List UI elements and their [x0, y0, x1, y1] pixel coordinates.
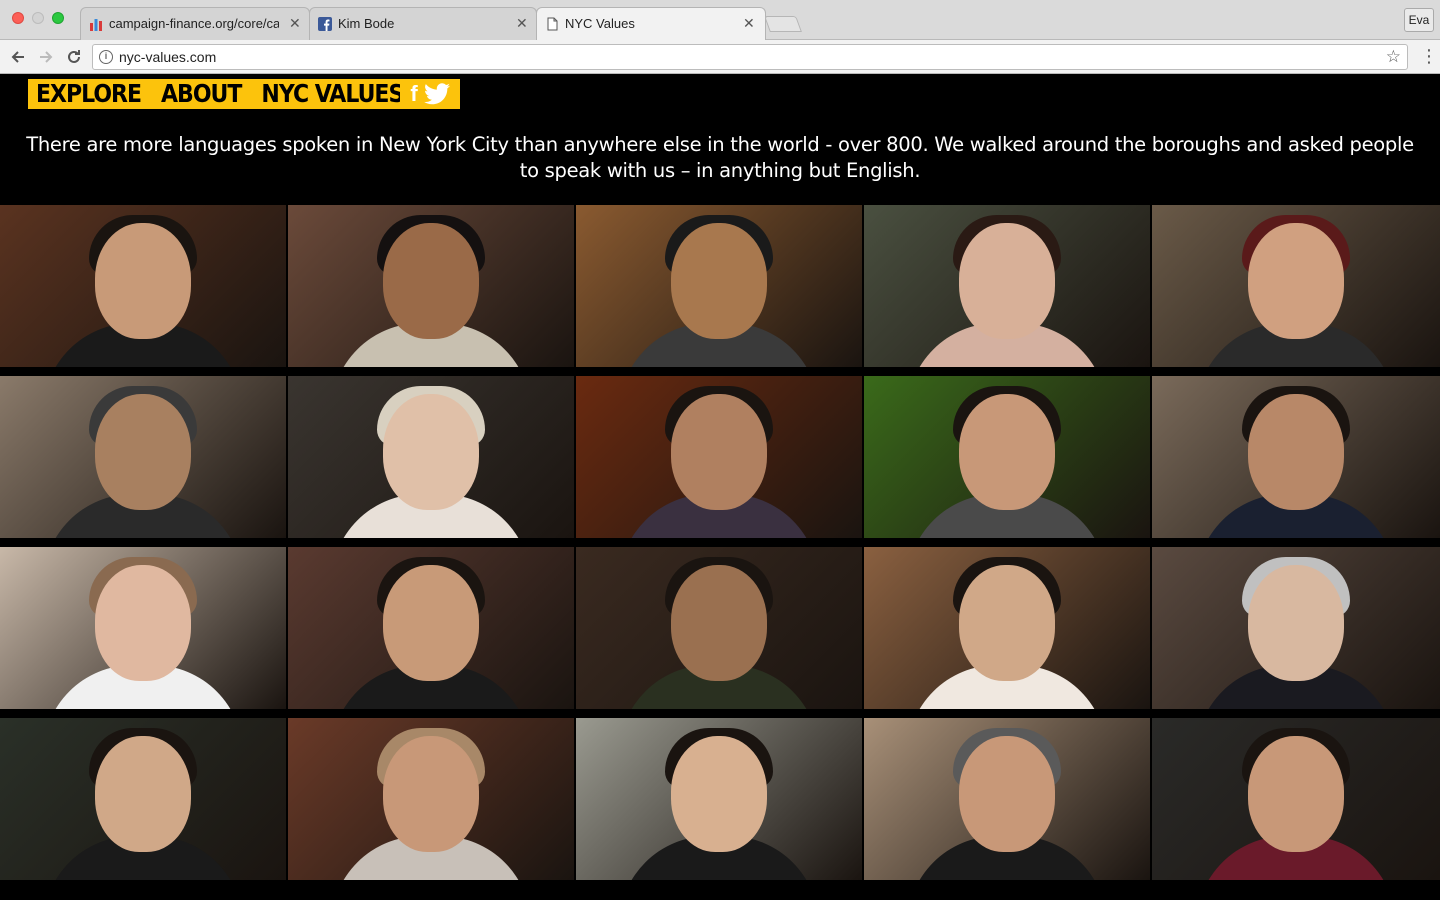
tab-title: campaign-finance.org/core/ca: [109, 16, 279, 31]
menu-icon[interactable]: ⋮: [1420, 46, 1438, 68]
portrait-video-tile[interactable]: [0, 376, 286, 538]
person-face: [959, 565, 1055, 681]
portrait-video-tile[interactable]: [288, 718, 574, 880]
toolbar: i nyc-values.com ☆ ⋮: [0, 40, 1440, 74]
portrait-video-tile[interactable]: [864, 205, 1150, 367]
portrait-video-tile[interactable]: [1152, 547, 1440, 709]
profile-button[interactable]: Eva: [1404, 8, 1434, 32]
intro-text: There are more languages spoken in New Y…: [26, 133, 1414, 182]
portrait-video-tile[interactable]: [1152, 376, 1440, 538]
person-face: [671, 736, 767, 852]
tab-title: NYC Values: [565, 16, 635, 31]
zoom-window-button[interactable]: [52, 12, 64, 24]
forward-button[interactable]: [34, 45, 58, 69]
tab-nyc-values[interactable]: NYC Values ✕: [536, 7, 766, 41]
new-tab-button[interactable]: [764, 16, 802, 32]
person-face: [959, 394, 1055, 510]
tab-strip: campaign-finance.org/core/ca ✕ Kim Bode …: [0, 0, 1440, 41]
bookmark-star-icon[interactable]: ☆: [1386, 47, 1401, 67]
close-tab-icon[interactable]: ✕: [743, 15, 755, 32]
portrait-video-tile[interactable]: [288, 376, 574, 538]
reload-icon: [68, 50, 80, 63]
tab-title: Kim Bode: [338, 16, 395, 31]
person-face: [1248, 223, 1344, 339]
info-icon[interactable]: i: [99, 50, 113, 64]
portrait-video-tile[interactable]: [864, 376, 1150, 538]
person-face: [383, 565, 479, 681]
person-face: [671, 223, 767, 339]
person-face: [959, 736, 1055, 852]
person-face: [671, 394, 767, 510]
portrait-video-tile[interactable]: [576, 376, 862, 538]
arrow-left-icon: [11, 51, 24, 63]
portrait-video-tile[interactable]: [576, 205, 862, 367]
person-face: [95, 394, 191, 510]
url-text[interactable]: nyc-values.com: [119, 49, 216, 65]
reload-button[interactable]: [62, 45, 86, 69]
person-face: [959, 223, 1055, 339]
portrait-video-tile[interactable]: [576, 547, 862, 709]
person-face: [1248, 736, 1344, 852]
person-face: [1248, 565, 1344, 681]
minimize-window-button[interactable]: [32, 12, 44, 24]
portrait-video-tile[interactable]: [1152, 205, 1440, 367]
tab-kim-bode[interactable]: Kim Bode ✕: [309, 7, 537, 40]
person-face: [383, 736, 479, 852]
nav-explore[interactable]: EXPLORE: [36, 80, 142, 109]
page-content: EXPLORE ABOUT NYC VALUES f There are mor…: [0, 74, 1440, 900]
person-face: [95, 565, 191, 681]
tab-campaign-finance[interactable]: campaign-finance.org/core/ca ✕: [80, 7, 310, 40]
social-links: f: [400, 79, 460, 109]
close-window-button[interactable]: [12, 12, 24, 24]
nav-about[interactable]: ABOUT: [161, 80, 242, 109]
bars-chart-icon: [90, 19, 102, 31]
portrait-video-tile[interactable]: [864, 718, 1150, 880]
facebook-icon: [318, 17, 332, 31]
portrait-video-tile[interactable]: [576, 718, 862, 880]
portrait-video-tile[interactable]: [288, 547, 574, 709]
address-bar[interactable]: i nyc-values.com ☆: [92, 44, 1408, 70]
portrait-video-tile[interactable]: [864, 547, 1150, 709]
close-tab-icon[interactable]: ✕: [516, 15, 528, 32]
arrow-right-icon: [40, 51, 53, 63]
portrait-video-tile[interactable]: [0, 205, 286, 367]
portrait-video-tile[interactable]: [1152, 718, 1440, 880]
portrait-video-tile[interactable]: [288, 205, 574, 367]
close-tab-icon[interactable]: ✕: [289, 15, 301, 32]
nav-nyc-values[interactable]: NYC VALUES: [261, 80, 404, 109]
person-face: [95, 223, 191, 339]
portrait-video-tile[interactable]: [0, 547, 286, 709]
back-button[interactable]: [6, 45, 30, 69]
document-icon: [547, 17, 558, 31]
twitter-icon[interactable]: [423, 83, 450, 105]
person-face: [383, 223, 479, 339]
person-face: [95, 736, 191, 852]
portrait-video-tile[interactable]: [0, 718, 286, 880]
person-face: [1248, 394, 1344, 510]
main-nav: EXPLORE ABOUT NYC VALUES: [28, 79, 412, 109]
person-face: [671, 565, 767, 681]
browser-chrome: campaign-finance.org/core/ca ✕ Kim Bode …: [0, 0, 1440, 74]
facebook-icon[interactable]: f: [410, 79, 417, 109]
person-face: [383, 394, 479, 510]
